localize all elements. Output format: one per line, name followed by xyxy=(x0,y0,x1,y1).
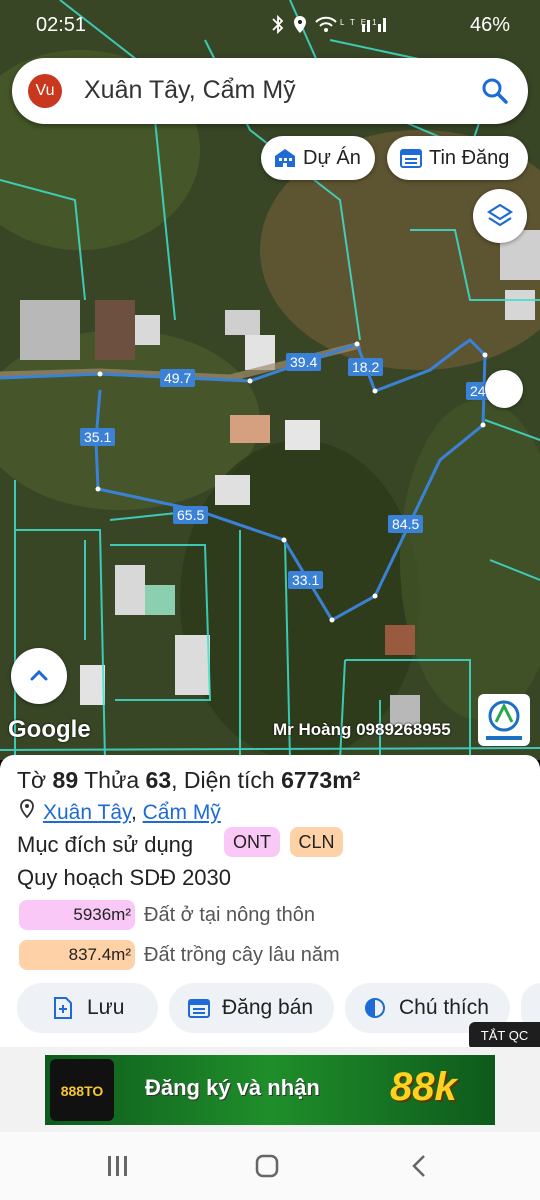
calendar-icon xyxy=(400,149,422,168)
boundary-length-label: 33.1 xyxy=(288,571,324,589)
brand-logo xyxy=(478,694,530,746)
avatar[interactable]: Vu xyxy=(28,74,62,108)
search-bar[interactable]: Vu Xuân Tây, Cẩm Mỹ xyxy=(12,58,528,124)
ad-area: 888TO Đăng ký và nhận 88k xyxy=(0,1047,540,1132)
land-use-badge: ONT xyxy=(224,827,280,857)
planning-label: Quy hoạch SDĐ 2030 xyxy=(17,865,232,890)
system-nav-bar xyxy=(0,1132,540,1200)
area-value: 5936m² xyxy=(19,900,135,930)
add-document-icon xyxy=(54,997,72,1019)
save-button[interactable]: Lưu xyxy=(17,983,158,1033)
ad-text: Đăng ký và nhận xyxy=(145,1075,320,1100)
commune-link[interactable]: Xuân Tây xyxy=(43,801,131,824)
parcel-title: Tờ 89 Thửa 63, Diện tích 6773m² xyxy=(17,767,361,793)
boundary-length-label: 39.4 xyxy=(286,353,322,371)
svg-text:LTE1: LTE1 xyxy=(340,18,383,27)
chevron-up-icon xyxy=(30,669,48,681)
map-layers-button[interactable] xyxy=(473,189,527,243)
status-time: 02:51 xyxy=(36,14,87,36)
post-for-sale-button[interactable]: Đăng bán xyxy=(169,983,334,1033)
boundary-length-label: 18.2 xyxy=(348,358,384,376)
search-icon[interactable] xyxy=(480,76,510,106)
area-description: Đất trồng cây lâu năm xyxy=(144,944,340,966)
ad-brand-logo: 888TO xyxy=(50,1059,114,1121)
district-link[interactable]: Cẩm Mỹ xyxy=(143,801,221,824)
land-use-badge: CLN xyxy=(290,827,343,857)
parcel-location: Xuân Tây, Cẩm Mỹ xyxy=(19,799,221,825)
search-query[interactable]: Xuân Tây, Cẩm Mỹ xyxy=(84,76,296,105)
recent-apps-icon[interactable] xyxy=(103,1152,133,1180)
save-label: Lưu xyxy=(87,996,125,1019)
legend-label: Chú thích xyxy=(399,996,489,1019)
calendar-icon xyxy=(188,999,210,1018)
battery-indicator: 46% xyxy=(469,14,510,36)
status-bar: 02:51 LTE1 46% xyxy=(0,0,540,52)
boundary-length-label: 49.7 xyxy=(160,369,196,387)
ad-amount: 88k xyxy=(390,1065,457,1109)
parcel-info-sheet: Tờ 89 Thửa 63, Diện tích 6773m² Xuân Tây… xyxy=(0,755,540,1047)
building-icon xyxy=(275,149,295,167)
du-an-label: Dự Án xyxy=(303,147,361,169)
tin-dang-label: Tin Đăng xyxy=(429,147,510,169)
google-logo: Google xyxy=(8,716,91,743)
ad-banner[interactable]: 888TO Đăng ký và nhận 88k xyxy=(45,1055,495,1125)
boundary-length-label: 65.5 xyxy=(173,506,209,524)
boundary-length-label: 35.1 xyxy=(80,428,116,446)
du-an-button[interactable]: Dự Án xyxy=(261,136,375,180)
area-value: 837.4m² xyxy=(19,940,135,970)
map-marker-handle[interactable] xyxy=(485,370,523,408)
purpose-label: Mục đích sử dụng xyxy=(17,832,194,857)
expand-up-button[interactable] xyxy=(11,648,67,704)
watermark-text: Mr Hoàng 0989268955 xyxy=(273,720,451,739)
contrast-icon xyxy=(365,998,385,1018)
location-pin-icon xyxy=(20,799,34,819)
area-description: Đất ở tại nông thôn xyxy=(144,904,316,926)
tin-dang-button[interactable]: Tin Đăng xyxy=(387,136,528,180)
back-icon[interactable] xyxy=(405,1152,435,1180)
layers-icon xyxy=(486,203,514,227)
boundary-length-label: 84.5 xyxy=(388,515,424,533)
hide-ads-button[interactable]: TẮT QC xyxy=(469,1022,540,1050)
status-icons: LTE1 xyxy=(270,14,400,41)
post-for-sale-label: Đăng bán xyxy=(222,996,314,1019)
home-icon[interactable] xyxy=(252,1152,282,1180)
